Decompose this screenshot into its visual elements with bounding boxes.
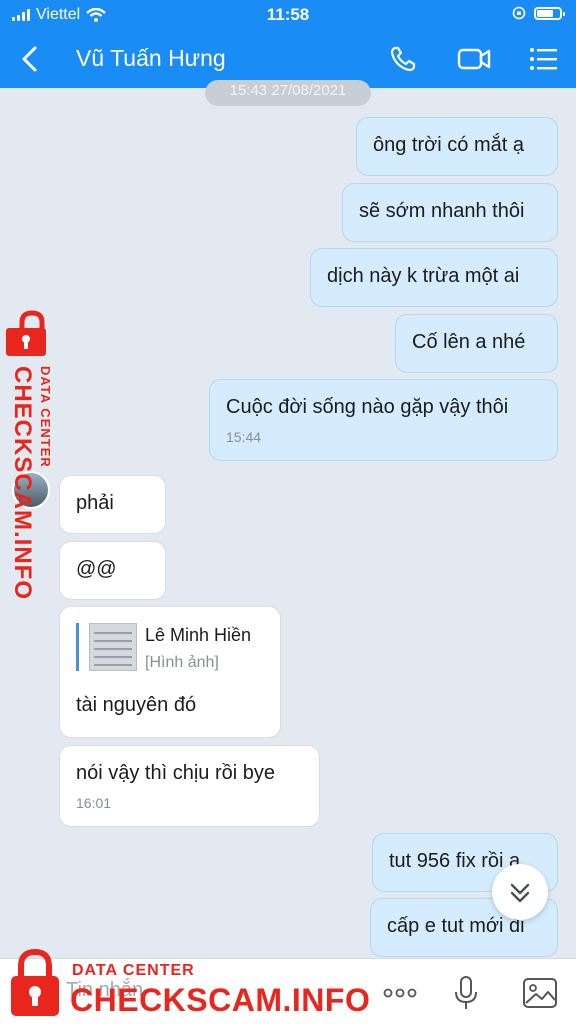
back-icon[interactable]	[14, 43, 44, 75]
clock: 11:58	[266, 5, 310, 24]
quoted-sender: Lê Minh Hiền	[145, 625, 252, 645]
watermark-brand-bottom: CHECKSCAM.INFO	[70, 982, 371, 1018]
message-text: tài nguyên đó	[76, 694, 197, 716]
message-text: sẽ sớm nhanh thôi	[359, 200, 525, 222]
message-bubble[interactable]: Cố lên a nhé	[395, 314, 558, 373]
lock-icon	[6, 310, 46, 356]
orientation-lock-icon	[512, 6, 526, 20]
phone-call-icon[interactable]	[386, 42, 422, 76]
quoted-type: [Hình ảnh]	[145, 654, 219, 671]
image-picker-icon[interactable]	[520, 973, 560, 1013]
more-options-icon[interactable]	[380, 973, 420, 1013]
message-bubble[interactable]: ông trời có mắt ạ	[356, 117, 558, 176]
quoted-message[interactable]: Lê Minh Hiền [Hình ảnh]	[76, 623, 264, 672]
message-text: dịch này k trừa một ai	[327, 265, 520, 287]
message-time: 16:01	[76, 795, 112, 811]
scroll-to-bottom-button[interactable]	[492, 864, 548, 920]
status-bar: Viettel 11:58	[0, 0, 576, 30]
quote-bar	[76, 623, 79, 671]
message-text: ông trời có mắt ạ	[373, 134, 524, 156]
message-text: nói vậy thì chịu rồi bye	[76, 762, 275, 784]
watermark-brand: CHECKSCAM.INFO	[9, 366, 36, 600]
battery-icon	[534, 6, 565, 20]
menu-icon[interactable]	[526, 42, 562, 76]
message-text: Cuộc đời sống nào gặp vậy thôi	[226, 396, 509, 418]
message-bubble[interactable]: dịch này k trừa một ai	[310, 248, 558, 307]
watermark-tagline: DATA CENTER	[38, 366, 53, 468]
date-separator: 15:43 27/08/2021	[205, 80, 371, 106]
video-call-icon[interactable]	[456, 42, 492, 76]
message-bubble[interactable]: Cuộc đời sống nào gặp vậy thôi 15:44	[209, 379, 558, 461]
message-bubble[interactable]: nói vậy thì chịu rồi bye 16:01	[59, 745, 320, 827]
message-text: @@	[76, 558, 117, 580]
chevron-double-down-icon	[510, 883, 530, 903]
message-bubble-reply[interactable]: Lê Minh Hiền [Hình ảnh] tài nguyên đó	[59, 606, 281, 738]
lock-icon	[11, 948, 59, 1016]
message-text: Cố lên a nhé	[412, 331, 526, 353]
message-bubble[interactable]: phải	[59, 475, 166, 534]
quoted-image-thumbnail	[89, 623, 137, 671]
watermark-tagline-bottom: DATA CENTER	[72, 962, 195, 979]
message-time: 15:44	[226, 429, 262, 445]
message-text: phải	[76, 492, 114, 514]
message-bubble[interactable]: sẽ sớm nhanh thôi	[342, 183, 558, 242]
message-bubble[interactable]: @@	[59, 541, 166, 600]
microphone-icon[interactable]	[446, 973, 486, 1013]
contact-name[interactable]: Vũ Tuấn Hưng	[76, 45, 226, 72]
watermark-side: CHECKSCAM.INFO DATA CENTER	[4, 310, 60, 600]
